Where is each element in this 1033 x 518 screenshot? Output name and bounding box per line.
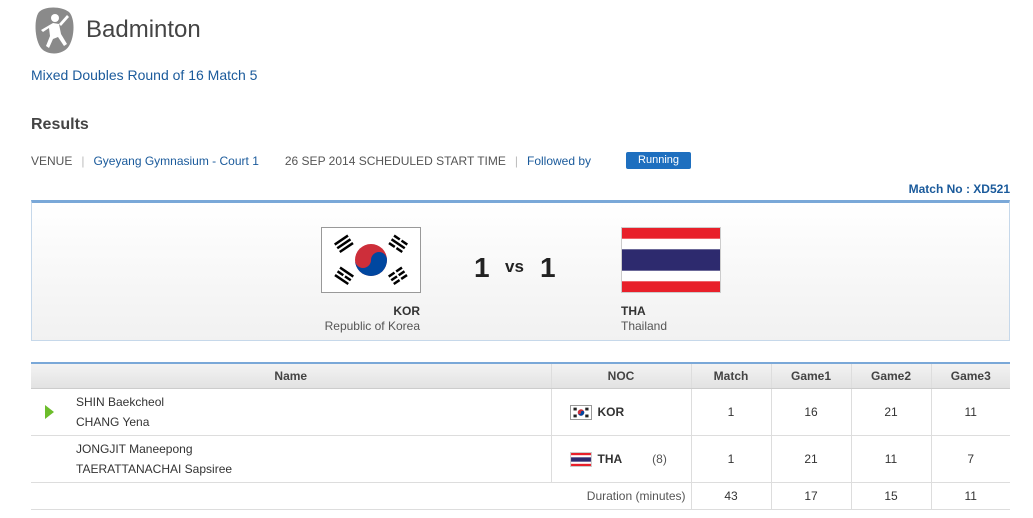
followed-by-link[interactable]: Followed by [527, 154, 591, 168]
game1-score: 21 [770, 435, 851, 483]
duration-game3: 11 [930, 482, 1010, 510]
game3-score: 11 [930, 388, 1010, 436]
match-score: 1 [690, 435, 771, 483]
separator: | [514, 153, 518, 168]
player-name-link[interactable]: JONGJIT Maneepong [76, 439, 551, 459]
noc-code: THA [597, 452, 623, 466]
player-names-cell: SHIN Baekcheol CHANG Yena [31, 388, 551, 436]
korea-flag-icon [321, 227, 421, 293]
table-row: SHIN Baekcheol CHANG Yena KOR 1 16 21 11 [31, 388, 1010, 436]
results-table: Name NOC Match Game1 Game2 Game3 SHIN Ba… [31, 362, 1010, 510]
home-team-code: KOR [393, 304, 420, 318]
column-header-name: Name [31, 362, 551, 389]
player-names-cell: JONGJIT Maneepong TAERATTANACHAI Sapsire… [31, 435, 551, 483]
match-number: Match No : XD521 [908, 182, 1010, 196]
thailand-flag-icon [569, 451, 592, 467]
table-row: JONGJIT Maneepong TAERATTANACHAI Sapsire… [31, 435, 1010, 483]
schedule-date: 26 SEP 2014 SCHEDULED START TIME [284, 153, 506, 168]
separator: | [81, 153, 85, 168]
column-header-game2: Game2 [850, 362, 931, 389]
seed: (8) [652, 452, 667, 466]
match-info-line: VENUE | Gyeyang Gymnasium - Court 1 26 S… [31, 152, 691, 169]
winner-arrow-icon [45, 405, 54, 419]
column-header-noc: NOC [550, 362, 691, 389]
player-name-link[interactable]: TAERATTANACHAI Sapsiree [76, 459, 551, 479]
away-team-code: THA [621, 304, 646, 318]
venue-label: VENUE [31, 153, 73, 168]
noc-cell: THA (8) [550, 435, 691, 483]
duration-row: Duration (minutes) 43 17 15 11 [31, 482, 1010, 510]
table-header-row: Name NOC Match Game1 Game2 Game3 [31, 362, 1010, 389]
column-header-match: Match [690, 362, 771, 389]
page-title: Badminton [86, 16, 201, 43]
duration-game2: 15 [850, 482, 931, 510]
match-score: 1 [690, 388, 771, 436]
noc-code: KOR [597, 405, 625, 419]
duration-match: 43 [690, 482, 771, 510]
column-header-game3: Game3 [930, 362, 1010, 389]
game1-score: 16 [770, 388, 851, 436]
duration-label: Duration (minutes) [31, 482, 691, 510]
status-badge: Running [626, 152, 691, 169]
vs-label: vs [505, 257, 524, 276]
away-score: 1 [540, 252, 556, 283]
game3-score: 7 [930, 435, 1010, 483]
duration-game1: 17 [770, 482, 851, 510]
event-name-link[interactable]: Mixed Doubles Round of 16 Match 5 [31, 67, 257, 83]
player-name-link[interactable]: CHANG Yena [76, 412, 551, 432]
column-header-game1: Game1 [770, 362, 851, 389]
player-name-link[interactable]: SHIN Baekcheol [76, 392, 551, 412]
korea-flag-icon [569, 404, 592, 420]
badminton-player-icon [31, 6, 75, 56]
away-team-name: Thailand [621, 319, 668, 333]
game2-score: 21 [850, 388, 931, 436]
venue-link[interactable]: Gyeyang Gymnasium - Court 1 [93, 154, 258, 168]
home-team-name: Republic of Korea [324, 319, 420, 333]
home-score: 1 [474, 252, 490, 283]
scoreboard: 1 vs 1 KOR Republic of Korea THA Thailan… [31, 200, 1010, 341]
thailand-flag-icon [621, 227, 721, 293]
results-heading: Results [31, 116, 89, 133]
noc-cell: KOR [550, 388, 691, 436]
game2-score: 11 [850, 435, 931, 483]
